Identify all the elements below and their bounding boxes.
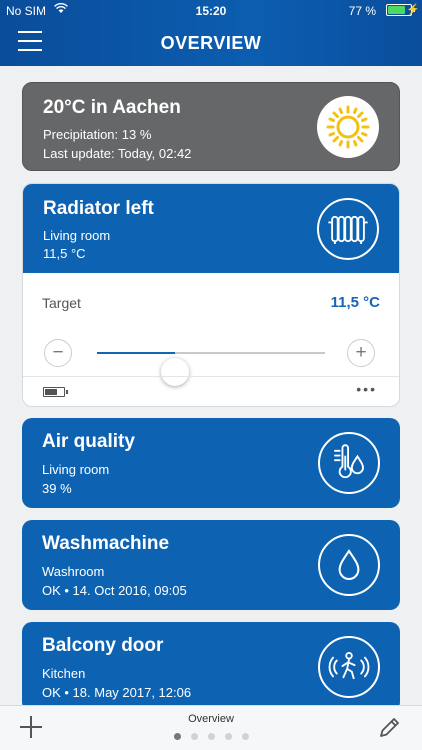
battery-percentage: 77 %	[348, 4, 376, 18]
temperature-slider[interactable]	[97, 352, 325, 386]
weather-title: 20°C in Aachen	[43, 97, 181, 118]
washmachine-title: Washmachine	[42, 533, 170, 554]
page-dot[interactable]	[191, 733, 198, 740]
temperature-slider-row: − +	[23, 333, 399, 386]
radiator-card-footer: •••	[23, 376, 399, 406]
weather-card[interactable]: 20°C in Aachen Precipitation: 13 % Last …	[22, 82, 400, 171]
balcony-door-title: Balcony door	[42, 635, 164, 656]
weather-precipitation: Precipitation: 13 %	[43, 127, 152, 142]
header: No SIM 15:20 77 % ⚡ OVERVIEW	[0, 0, 422, 66]
bottom-bar: Overview	[0, 705, 422, 750]
target-row: Target 11,5 °C	[23, 273, 399, 328]
edit-button[interactable]	[378, 715, 402, 739]
radiator-temperature: 11,5 °C	[43, 246, 86, 261]
pencil-icon	[380, 718, 399, 737]
balcony-door-status: OK • 18. May 2017, 12:06	[42, 685, 192, 700]
radiator-title: Radiator left	[43, 198, 154, 219]
washmachine-room: Washroom	[42, 564, 105, 579]
washmachine-card-header: Washmachine Washroom OK • 14. Oct 2016, …	[22, 520, 400, 610]
radiator-icon	[317, 198, 379, 260]
washmachine-card[interactable]: Washmachine Washroom OK • 14. Oct 2016, …	[22, 520, 400, 610]
motion-person-icon	[318, 636, 380, 698]
page-dot[interactable]	[225, 733, 232, 740]
page-dot[interactable]	[242, 733, 249, 740]
air-quality-card[interactable]: Air quality Living room 39 %	[22, 418, 400, 508]
sun-icon	[317, 96, 379, 158]
target-label: Target	[42, 295, 81, 311]
air-quality-room: Living room	[42, 462, 110, 477]
air-quality-card-header: Air quality Living room 39 %	[22, 418, 400, 508]
charging-icon: ⚡	[406, 4, 420, 16]
weather-last-update: Last update: Today, 02:42	[43, 146, 192, 161]
thermometer-humidity-icon	[318, 432, 380, 494]
balcony-door-room: Kitchen	[42, 666, 86, 681]
page-dot[interactable]	[208, 733, 215, 740]
balcony-door-card[interactable]: Balcony door Kitchen OK • 18. May 2017, …	[22, 622, 400, 712]
radiator-card-header[interactable]: Radiator left Living room 11,5 °C	[23, 184, 399, 273]
page-title: OVERVIEW	[160, 33, 262, 53]
target-value: 11,5 °C	[330, 294, 380, 311]
slider-fill	[97, 352, 175, 354]
balcony-door-card-header: Balcony door Kitchen OK • 18. May 2017, …	[22, 622, 400, 712]
radiator-card: Radiator left Living room 11,5 °C Target…	[22, 183, 400, 407]
status-bar: No SIM 15:20 77 % ⚡	[0, 0, 422, 22]
page-dot[interactable]	[174, 733, 181, 740]
page-indicator-label: Overview	[188, 713, 234, 725]
radiator-room: Living room	[43, 228, 111, 243]
weather-card-header: 20°C in Aachen Precipitation: 13 % Last …	[23, 83, 399, 170]
increase-button[interactable]: +	[347, 339, 375, 367]
decrease-button[interactable]: −	[44, 339, 72, 367]
more-options-button[interactable]: •••	[356, 381, 377, 397]
device-battery-icon	[43, 387, 68, 397]
washmachine-status: OK • 14. Oct 2016, 09:05	[42, 583, 187, 598]
water-drop-icon	[318, 534, 380, 596]
air-quality-title: Air quality	[42, 431, 135, 452]
air-quality-value: 39 %	[42, 481, 72, 496]
